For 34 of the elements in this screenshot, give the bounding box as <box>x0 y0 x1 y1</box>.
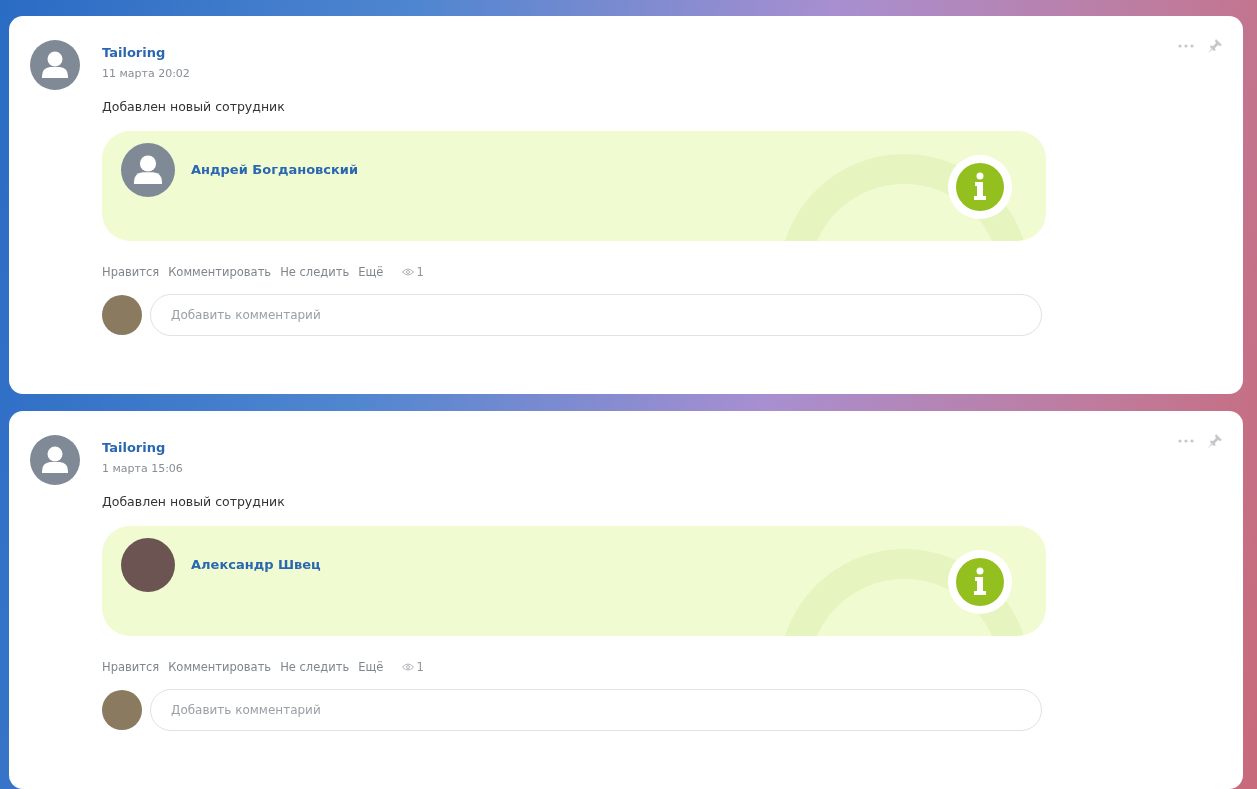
author-link[interactable]: Tailoring <box>102 44 166 62</box>
action-link[interactable]: Не следить <box>280 264 350 280</box>
avatar-icon <box>30 40 80 90</box>
action-link[interactable]: Нравится <box>102 264 160 280</box>
post-text: Добавлен новый сотрудник <box>102 493 286 511</box>
action-link[interactable]: Ещё <box>358 659 384 675</box>
view-count: 1 <box>416 265 424 279</box>
view-count: 1 <box>416 660 424 674</box>
action-link[interactable]: Нравится <box>102 659 160 675</box>
pin-icon[interactable] <box>1207 38 1223 54</box>
comment-field[interactable]: Добавить комментарий <box>150 294 1042 336</box>
author-link[interactable]: Tailoring <box>102 439 166 457</box>
eye-icon <box>402 663 415 671</box>
eye-icon <box>402 268 415 276</box>
employee-name-link[interactable]: Андрей Богдановский <box>191 162 359 177</box>
action-link[interactable]: Комментировать <box>168 264 272 280</box>
action-link[interactable]: Не следить <box>280 659 350 675</box>
photo-placeholder <box>102 295 142 335</box>
post-date: 11 марта 20:02 <box>102 66 190 82</box>
photo-placeholder <box>102 690 142 730</box>
info-icon <box>948 155 1012 219</box>
post-text: Добавлен новый сотрудник <box>102 98 286 116</box>
info-icon <box>948 550 1012 614</box>
employee-name-link[interactable]: Александр Швец <box>191 557 321 572</box>
post-date: 1 марта 15:06 <box>102 461 183 477</box>
action-link[interactable]: Комментировать <box>168 659 272 675</box>
more-icon[interactable] <box>1177 438 1195 444</box>
avatar-icon <box>121 143 175 197</box>
pin-icon[interactable] <box>1207 433 1223 449</box>
comment-field[interactable]: Добавить комментарий <box>150 689 1042 731</box>
photo-placeholder <box>121 538 175 592</box>
action-link[interactable]: Ещё <box>358 264 384 280</box>
more-icon[interactable] <box>1177 43 1195 49</box>
avatar-icon <box>30 435 80 485</box>
